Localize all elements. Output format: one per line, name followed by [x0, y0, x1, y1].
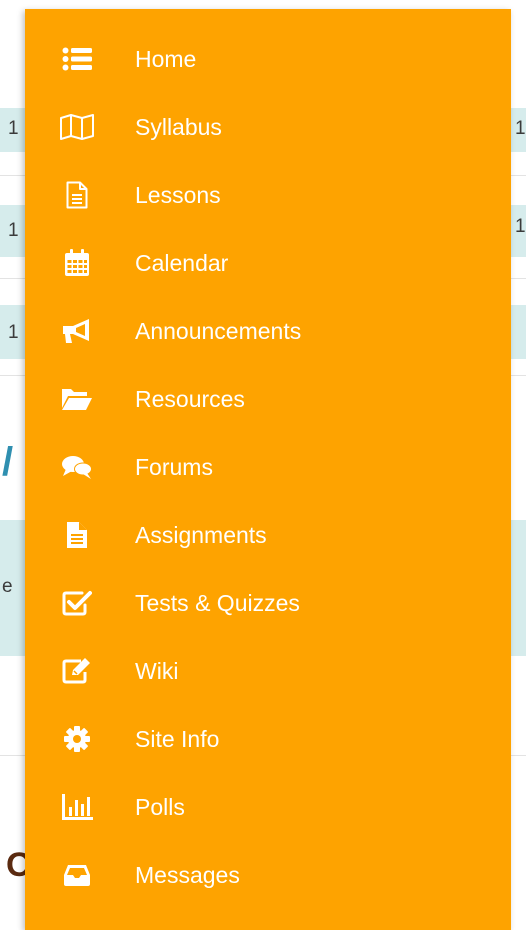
menu-item-label: Messages [135, 862, 240, 888]
menu-item-polls[interactable]: Polls [25, 779, 511, 835]
gear-icon [59, 725, 95, 753]
menu-item-label: Announcements [135, 318, 302, 344]
bar-chart-icon [59, 793, 95, 821]
menu-item-label: Forums [135, 454, 213, 480]
checkbox-icon [59, 589, 95, 617]
list-icon [59, 45, 95, 73]
background-text: / [2, 440, 14, 484]
menu-item-label: Polls [135, 794, 185, 820]
menu-item-resources[interactable]: Resources [25, 371, 511, 427]
menu-item-label: Site Info [135, 726, 220, 752]
menu-item-messages[interactable]: Messages [25, 847, 511, 903]
file-text-icon [59, 521, 95, 549]
menu-item-home[interactable]: Home [25, 31, 511, 87]
menu-item-label: Lessons [135, 182, 221, 208]
background-text: 1 [8, 220, 19, 241]
background-text: 1 [8, 118, 19, 139]
menu-item-label: Assignments [135, 522, 267, 548]
edit-icon [59, 657, 95, 685]
menu-item-label: Wiki [135, 658, 179, 684]
menu-item-assignments[interactable]: Assignments [25, 507, 511, 563]
background-text: 1 [515, 118, 526, 139]
megaphone-icon [59, 317, 95, 345]
menu-item-syllabus[interactable]: Syllabus [25, 99, 511, 155]
menu-item-calendar[interactable]: Calendar [25, 235, 511, 291]
inbox-icon [59, 861, 95, 889]
chat-bubbles-icon [59, 453, 95, 481]
folder-open-icon [59, 385, 95, 413]
calendar-icon [59, 249, 95, 277]
background-text: e [2, 576, 13, 597]
menu-item-site-info[interactable]: Site Info [25, 711, 511, 767]
menu-item-label: Syllabus [135, 114, 222, 140]
menu-item-wiki[interactable]: Wiki [25, 643, 511, 699]
menu-item-tests-quizzes[interactable]: Tests & Quizzes [25, 575, 511, 631]
background-text: 1 [515, 216, 526, 237]
menu-item-label: Tests & Quizzes [135, 590, 300, 616]
document-icon [59, 181, 95, 209]
menu-item-announcements[interactable]: Announcements [25, 303, 511, 359]
menu-item-label: Home [135, 46, 197, 72]
menu-item-lessons[interactable]: Lessons [25, 167, 511, 223]
tool-menu: Home Syllabus Lessons Calendar Announcem… [25, 9, 511, 930]
menu-item-label: Resources [135, 386, 245, 412]
menu-item-forums[interactable]: Forums [25, 439, 511, 495]
background-text: 1 [8, 322, 19, 343]
map-icon [59, 113, 95, 141]
menu-item-label: Calendar [135, 250, 229, 276]
